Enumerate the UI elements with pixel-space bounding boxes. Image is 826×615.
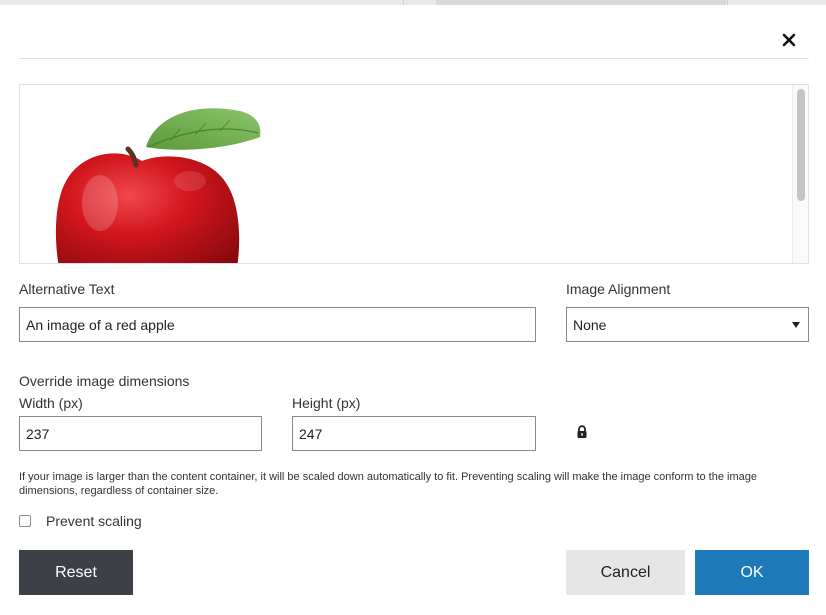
close-button[interactable] [777, 28, 801, 52]
close-icon [782, 33, 796, 47]
ok-button[interactable]: OK [695, 550, 809, 595]
alt-text-input[interactable] [19, 307, 536, 342]
apple-image [55, 108, 261, 263]
scrollbar-thumb[interactable] [797, 89, 805, 201]
reset-button[interactable]: Reset [19, 550, 133, 595]
prevent-scaling-label[interactable]: Prevent scaling [46, 513, 142, 529]
alt-text-label: Alternative Text [19, 281, 115, 297]
image-alignment-select[interactable]: None [566, 307, 809, 342]
image-properties-dialog: Alternative Text Image Alignment None Ov… [0, 5, 826, 615]
height-input[interactable] [292, 416, 536, 451]
scaling-help-text: If your image is larger than the content… [19, 471, 757, 497]
lock-icon[interactable] [576, 425, 588, 439]
override-dimensions-heading: Override image dimensions [19, 373, 190, 389]
width-input[interactable] [19, 416, 262, 451]
image-alignment-value: None [573, 316, 607, 333]
image-alignment-label: Image Alignment [566, 281, 671, 297]
cancel-button[interactable]: Cancel [566, 550, 685, 595]
preview-scrollbar[interactable] [792, 85, 808, 263]
height-label: Height (px) [292, 395, 361, 411]
image-preview [19, 84, 809, 264]
chevron-down-icon [792, 322, 800, 328]
prevent-scaling-checkbox[interactable] [19, 515, 31, 527]
header-divider [19, 58, 809, 59]
width-label: Width (px) [19, 395, 83, 411]
